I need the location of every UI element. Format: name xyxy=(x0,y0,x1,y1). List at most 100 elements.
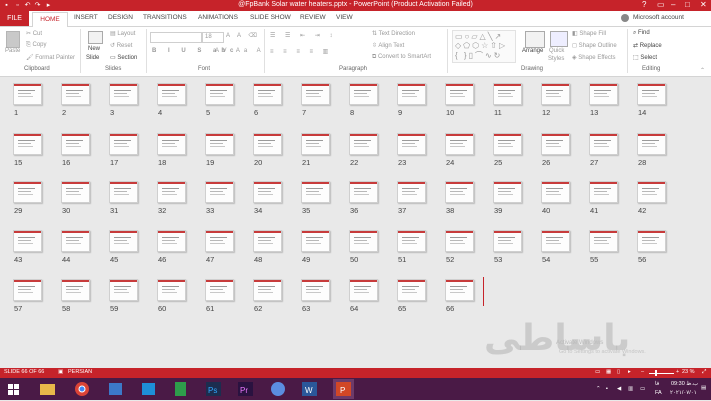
slide-thumbnail[interactable] xyxy=(301,230,330,252)
slide-thumbnail[interactable] xyxy=(445,230,474,252)
slide-thumbnail[interactable] xyxy=(349,279,378,301)
tray-app-icon[interactable]: ▪ xyxy=(606,386,608,392)
tab-home[interactable]: HOME xyxy=(32,12,68,27)
account-avatar-icon[interactable] xyxy=(621,14,629,22)
file-explorer-icon[interactable] xyxy=(37,379,58,399)
new-slide-icon[interactable] xyxy=(88,31,103,44)
slide-thumbnail[interactable] xyxy=(589,133,618,155)
slide-thumbnail[interactable] xyxy=(493,83,522,105)
slide-thumbnail[interactable] xyxy=(349,133,378,155)
slide-thumbnail[interactable] xyxy=(397,279,426,301)
word-icon[interactable]: W xyxy=(299,379,320,399)
font-grow-shrink-icons[interactable]: A A ⌫ xyxy=(226,32,260,39)
language-indicator[interactable]: PERSIAN xyxy=(68,369,92,375)
font-color-buttons[interactable]: AV Aa A xyxy=(215,48,265,54)
slide-thumbnail[interactable] xyxy=(445,181,474,203)
slide-thumbnail[interactable] xyxy=(157,181,186,203)
zoom-out-icon[interactable]: – xyxy=(641,369,644,375)
slide-thumbnail[interactable] xyxy=(109,181,138,203)
slide-thumbnail[interactable] xyxy=(445,133,474,155)
tab-view[interactable]: VIEW xyxy=(336,14,353,21)
notifications-icon[interactable]: ▤ xyxy=(701,385,706,391)
slide-thumbnail[interactable] xyxy=(253,83,282,105)
slide-thumbnail[interactable] xyxy=(349,230,378,252)
layout-button[interactable]: ▤ Layout xyxy=(110,30,135,37)
slide-thumbnail[interactable] xyxy=(13,83,42,105)
slide-thumbnail[interactable] xyxy=(109,230,138,252)
arrange-button[interactable]: Arrange xyxy=(522,48,543,54)
shape-effects-button[interactable]: ◈ Shape Effects xyxy=(572,54,616,61)
slide-thumbnail[interactable] xyxy=(541,133,570,155)
slide-thumbnail[interactable] xyxy=(109,133,138,155)
slide-thumbnail[interactable] xyxy=(637,230,666,252)
slide-thumbnail[interactable] xyxy=(397,230,426,252)
font-size-select[interactable]: 18 xyxy=(202,32,224,43)
slideshow-view-icon[interactable]: ▸ xyxy=(628,369,631,375)
clock-time[interactable]: 09:30 ب.ظ xyxy=(671,381,698,387)
shape-outline-button[interactable]: ◻ Shape Outline xyxy=(572,42,617,49)
slide-thumbnail[interactable] xyxy=(637,133,666,155)
slide-thumbnail[interactable] xyxy=(13,181,42,203)
convert-smartart-button[interactable]: ⧉ Convert to SmartArt xyxy=(372,54,431,61)
tab-design[interactable]: DESIGN xyxy=(108,14,133,21)
tab-slide-show[interactable]: SLIDE SHOW xyxy=(250,14,291,21)
text-direction-button[interactable]: ⇅ Text Direction xyxy=(372,30,415,37)
network-app-icon[interactable] xyxy=(105,379,126,399)
replace-button[interactable]: ⇄ Replace xyxy=(633,42,662,49)
slide-thumbnail[interactable] xyxy=(205,83,234,105)
slide-thumbnail[interactable] xyxy=(157,83,186,105)
spellcheck-icon[interactable]: ▣ xyxy=(58,369,63,375)
clock-date[interactable]: ۲۰۲۱/۰۷/۰۱ xyxy=(670,390,697,396)
format-painter-button[interactable]: 🖌 Format Painter xyxy=(26,54,75,61)
slide-thumbnail[interactable] xyxy=(541,181,570,203)
slide-thumbnail[interactable] xyxy=(61,230,90,252)
select-button[interactable]: ⬚ Select xyxy=(633,54,657,61)
zoom-slider-track[interactable] xyxy=(649,373,674,374)
slide-thumbnail[interactable] xyxy=(205,133,234,155)
zoom-in-icon[interactable]: + xyxy=(676,369,679,375)
battery-icon[interactable]: ▭ xyxy=(640,386,645,392)
speaker-icon[interactable]: ◀ xyxy=(617,386,621,392)
slide-thumbnail[interactable] xyxy=(205,230,234,252)
zoom-slider-thumb[interactable] xyxy=(655,370,657,376)
messenger-icon[interactable] xyxy=(268,379,289,399)
slide-thumbnail[interactable] xyxy=(493,230,522,252)
tab-transitions[interactable]: TRANSITIONS xyxy=(143,14,187,21)
copy-button[interactable]: ⎘ Copy xyxy=(26,42,47,49)
slide-thumbnail[interactable] xyxy=(13,133,42,155)
slide-thumbnail[interactable] xyxy=(61,133,90,155)
slide-thumbnail[interactable] xyxy=(397,83,426,105)
slide-thumbnail[interactable] xyxy=(253,230,282,252)
tab-animations[interactable]: ANIMATIONS xyxy=(198,14,238,21)
calculator-icon[interactable] xyxy=(170,379,191,399)
slide-thumbnail[interactable] xyxy=(253,133,282,155)
slide-thumbnail[interactable] xyxy=(253,181,282,203)
normal-view-icon[interactable]: ▭ xyxy=(595,369,600,375)
cut-button[interactable]: ✂ Cut xyxy=(26,30,42,37)
slide-thumbnail[interactable] xyxy=(157,279,186,301)
align-text-button[interactable]: ⇳ Align Text xyxy=(372,42,404,49)
slide-thumbnail[interactable] xyxy=(253,279,282,301)
chrome-icon[interactable] xyxy=(72,379,93,399)
quick-styles-button[interactable]: Quick xyxy=(549,48,564,54)
keyboard-language-code[interactable]: FA xyxy=(655,390,662,396)
maximize-button[interactable]: □ xyxy=(685,1,690,9)
slide-thumbnail[interactable] xyxy=(541,230,570,252)
arrange-icon[interactable] xyxy=(525,31,545,48)
tab-file[interactable]: FILE xyxy=(0,11,29,26)
font-family-select[interactable] xyxy=(150,32,202,43)
slide-thumbnail[interactable] xyxy=(157,133,186,155)
slide-thumbnail[interactable] xyxy=(61,181,90,203)
find-button[interactable]: ⌕ Find xyxy=(633,30,650,37)
slide-thumbnail[interactable] xyxy=(205,181,234,203)
quick-styles-icon[interactable] xyxy=(550,31,568,47)
slide-thumbnail[interactable] xyxy=(493,133,522,155)
list-buttons[interactable]: ☰ ☰ ⇤ ⇥ ↕ xyxy=(270,32,336,39)
slide-thumbnail[interactable] xyxy=(397,181,426,203)
slide-thumbnail[interactable] xyxy=(397,133,426,155)
zoom-level[interactable]: 23 % xyxy=(682,369,695,375)
slide-thumbnail[interactable] xyxy=(301,181,330,203)
reading-view-icon[interactable]: ▯ xyxy=(617,369,620,375)
slide-thumbnail[interactable] xyxy=(349,181,378,203)
paste-icon[interactable] xyxy=(6,31,20,48)
